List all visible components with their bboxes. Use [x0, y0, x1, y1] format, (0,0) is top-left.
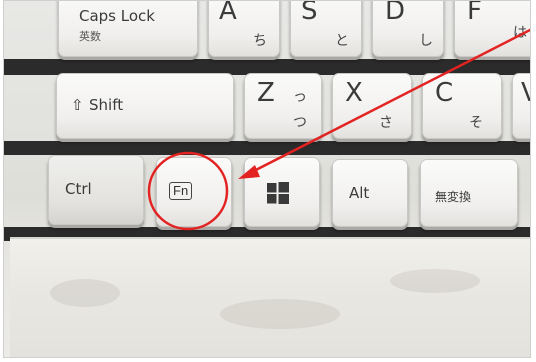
red-arrow-icon [249, 28, 530, 175]
screenshot-frame: Caps Lock 英数 A ち S と D し F は ⇧ Shift Z っ… [0, 0, 536, 362]
fn-highlight-circle [147, 151, 229, 231]
keyboard-photo: Caps Lock 英数 A ち S と D し F は ⇧ Shift Z っ… [3, 0, 531, 358]
red-arrow-head-icon [238, 165, 260, 179]
annotation-overlay [147, 28, 530, 231]
